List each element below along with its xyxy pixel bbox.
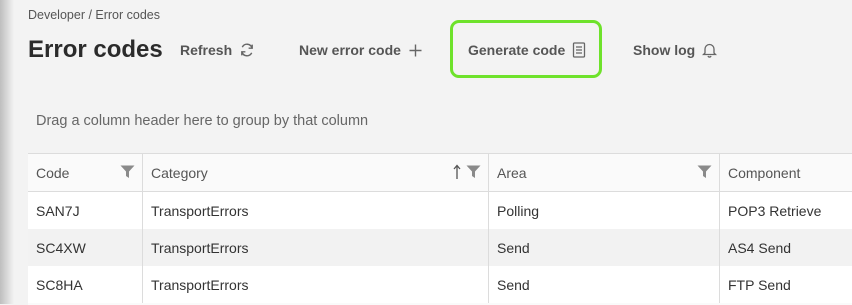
left-panel-shadow	[0, 0, 14, 304]
generate-code-button[interactable]: Generate code	[468, 40, 586, 60]
refresh-button[interactable]: Refresh	[180, 40, 255, 60]
table-header-row: Code Category Area Component	[28, 154, 852, 192]
cell-code: SC8HA	[28, 266, 143, 303]
cell-category: TransportErrors	[143, 266, 489, 303]
new-error-code-button[interactable]: New error code	[299, 40, 423, 60]
cell-area: Polling	[489, 192, 720, 229]
column-header-component[interactable]: Component	[720, 154, 852, 191]
sort-ascending-icon[interactable]	[453, 164, 461, 183]
cell-category: TransportErrors	[143, 192, 489, 229]
column-header-area[interactable]: Area	[489, 154, 720, 191]
cell-area: Send	[489, 266, 720, 303]
bell-icon	[702, 42, 718, 58]
column-header-label: Code	[36, 164, 70, 181]
refresh-label: Refresh	[180, 42, 233, 58]
cell-component: FTP Send	[728, 276, 791, 293]
breadcrumb[interactable]: Developer / Error codes	[28, 8, 160, 22]
cell-component: AS4 Send	[728, 239, 792, 256]
filter-icon[interactable]	[697, 165, 712, 182]
cell-code: SC4XW	[28, 229, 143, 266]
column-header-label: Area	[497, 164, 527, 181]
cell-area: Send	[489, 229, 720, 266]
plus-icon	[408, 43, 423, 58]
cell-component: POP3 Retrieve	[728, 202, 822, 219]
column-header-label: Category	[151, 164, 208, 181]
column-header-code[interactable]: Code	[28, 154, 143, 191]
error-codes-table: Code Category Area Component SAN7J Trans	[28, 153, 852, 305]
refresh-icon	[239, 42, 255, 58]
table-row[interactable]: SC8HA TransportErrors Send FTP Send	[28, 266, 852, 303]
filter-icon[interactable]	[120, 165, 135, 182]
table-row[interactable]: SC4XW TransportErrors Send AS4 Send	[28, 229, 852, 266]
table-row[interactable]: SAN7J TransportErrors Polling POP3 Retri…	[28, 192, 852, 229]
page-title: Error codes	[28, 36, 163, 63]
generate-code-label: Generate code	[468, 42, 566, 58]
show-log-label: Show log	[633, 42, 696, 58]
new-error-code-label: New error code	[299, 42, 401, 58]
filter-icon[interactable]	[466, 165, 481, 182]
cell-category: TransportErrors	[143, 229, 489, 266]
column-header-label: Component	[728, 164, 801, 181]
group-by-drop-zone[interactable]: Drag a column header here to group by th…	[36, 113, 368, 129]
show-log-button[interactable]: Show log	[633, 40, 718, 60]
cell-code: SAN7J	[28, 192, 143, 229]
document-icon	[572, 42, 586, 58]
column-header-category[interactable]: Category	[143, 154, 489, 191]
